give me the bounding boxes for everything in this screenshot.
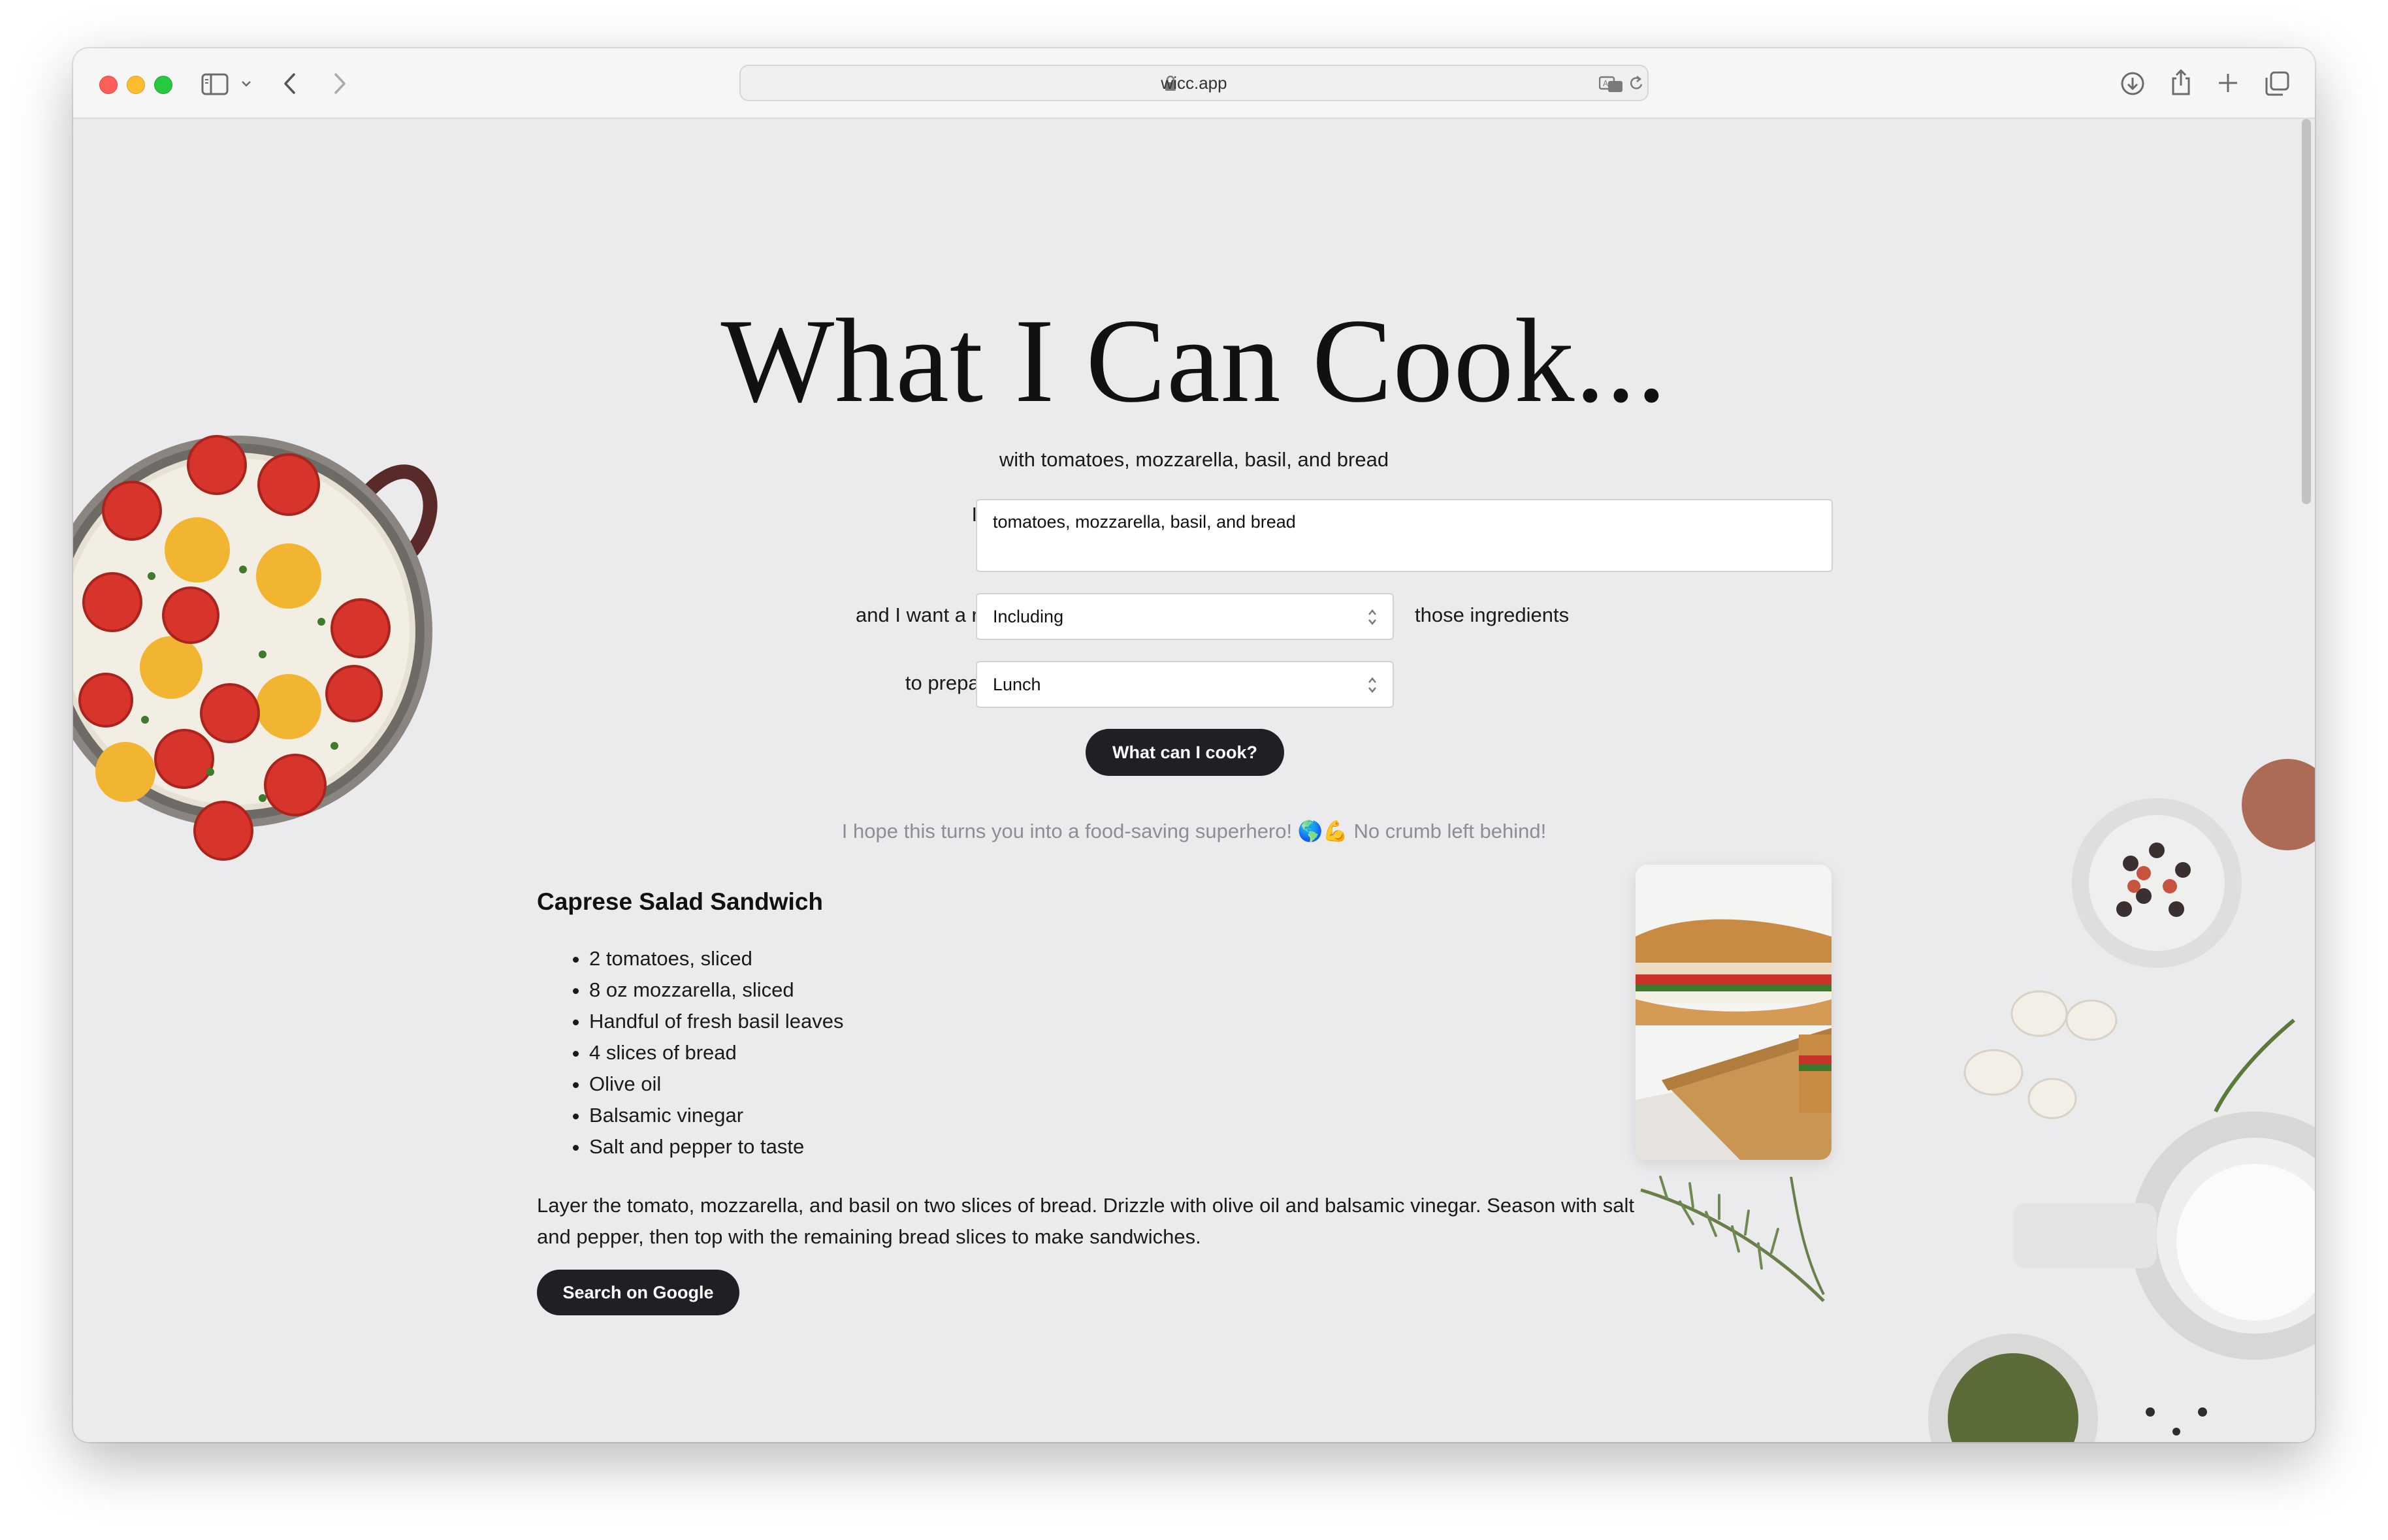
ingredient-item: 2 tomatoes, sliced (589, 943, 843, 974)
meal-select-value: Lunch (993, 675, 1041, 694)
search-on-google-button[interactable]: Search on Google (537, 1270, 739, 1315)
browser-toolbar: wicc.app A (73, 48, 2315, 119)
tagline: I hope this turns you into a food-saving… (841, 820, 1547, 842)
minimize-window-button[interactable] (127, 76, 145, 94)
chevron-right-icon[interactable] (332, 72, 347, 95)
ingredient-item: Salt and pepper to taste (589, 1131, 843, 1163)
spices-image (1928, 759, 2315, 1442)
ingredient-item: Handful of fresh basil leaves (589, 1006, 843, 1037)
recipe-instructions: Layer the tomato, mozzarella, and basil … (537, 1194, 1634, 1248)
plus-icon[interactable] (2217, 72, 2239, 94)
ingredients-input-value: tomatoes, mozzarella, basil, and bread (993, 512, 1296, 532)
ingredient-item: Olive oil (589, 1068, 843, 1100)
recipe-title: Caprese Salad Sandwich (537, 888, 824, 915)
web-content: What I Can Cook... with tomatoes, mozzar… (73, 119, 2315, 1442)
shakshuka-pan-image (73, 435, 438, 861)
page-title: What I Can Cook... (720, 294, 1668, 427)
sandwich-image (1636, 865, 1831, 1160)
reload-icon[interactable] (1628, 74, 1645, 93)
ingredients-input[interactable]: tomatoes, mozzarella, basil, and bread (976, 499, 1833, 572)
mode-select[interactable]: Including (976, 593, 1394, 640)
zoom-window-button[interactable] (154, 76, 172, 94)
close-window-button[interactable] (99, 76, 118, 94)
page-subtitle: with tomatoes, mozzarella, basil, and br… (999, 448, 1389, 471)
download-icon[interactable] (2120, 71, 2146, 97)
mode-suffix-label: those ingredients (1415, 603, 1570, 626)
chevron-left-icon[interactable] (282, 72, 298, 95)
recipe-image-card[interactable] (1636, 865, 1831, 1160)
sidebar-icon[interactable] (201, 73, 229, 95)
ingredient-item: 8 oz mozzarella, sliced (589, 974, 843, 1006)
share-icon[interactable] (2170, 68, 2192, 97)
select-arrows-icon (1368, 677, 1376, 693)
translate-icon[interactable]: A (1599, 75, 1624, 93)
browser-window: wicc.app A What I Can Cook... with tomat… (73, 48, 2315, 1442)
svg-text:A: A (1603, 79, 1609, 88)
what-can-i-cook-button[interactable]: What can I cook? (1086, 729, 1284, 776)
address-bar[interactable]: wicc.app A (739, 65, 1649, 101)
meal-select[interactable]: Lunch (976, 661, 1394, 708)
ingredient-list: 2 tomatoes, sliced 8 oz mozzarella, slic… (537, 943, 843, 1163)
ingredient-item: 4 slices of bread (589, 1037, 843, 1068)
select-arrows-icon (1368, 609, 1376, 625)
mode-select-value: Including (993, 607, 1064, 626)
tabs-overview-icon[interactable] (2264, 71, 2290, 97)
address-url[interactable]: wicc.app (741, 66, 1647, 100)
ingredient-item: Balsamic vinegar (589, 1100, 843, 1131)
chevron-down-icon[interactable] (240, 80, 252, 88)
